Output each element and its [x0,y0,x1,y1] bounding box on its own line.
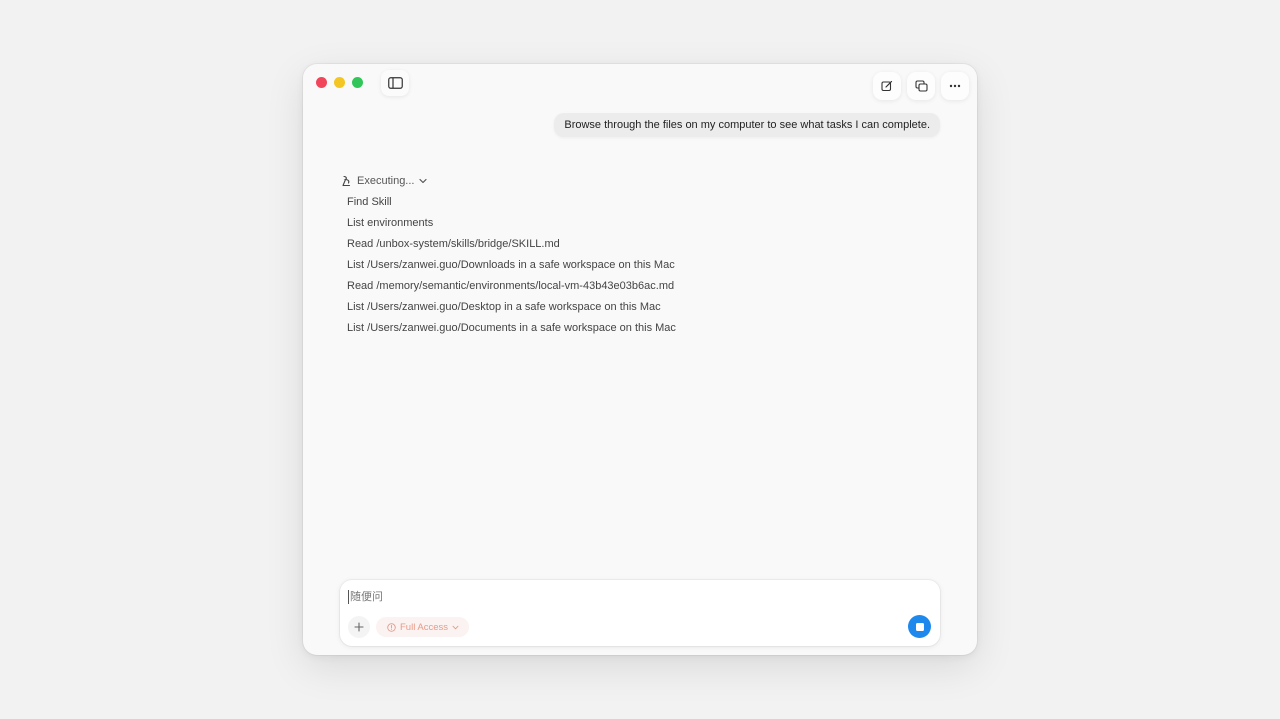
close-window-button[interactable] [316,77,327,88]
execution-steps: Find Skill List environments Read /unbox… [347,195,676,342]
more-button[interactable] [941,72,969,100]
windows-button[interactable] [907,72,935,100]
access-mode-selector[interactable]: Full Access [376,617,470,637]
skill-icon [342,175,351,187]
more-icon [949,84,961,88]
step-item: List /Users/zanwei.guo/Documents in a sa… [347,322,676,334]
traffic-lights [316,77,363,88]
step-item: Find Skill [347,196,392,208]
execution-status[interactable]: Executing... [341,175,428,187]
plus-icon [354,622,364,632]
step-item: Read /unbox-system/skills/bridge/SKILL.m… [347,238,560,250]
minimize-window-button[interactable] [334,77,345,88]
add-attachment-button[interactable] [348,616,370,638]
stop-icon [915,622,924,631]
new-chat-button[interactable] [873,72,901,100]
step-item: Read /memory/semantic/environments/local… [347,280,675,292]
user-message-bubble: Browse through the files on my computer … [554,113,940,137]
chevron-down-icon [452,625,459,629]
step-item: List environments [347,217,434,229]
app-window: Browse through the files on my computer … [303,64,977,655]
windows-icon [914,80,928,92]
sidebar-toggle-button[interactable] [381,70,409,96]
chevron-down-icon [419,178,428,184]
warning-icon [387,622,396,632]
zoom-window-button[interactable] [352,77,363,88]
stop-button[interactable] [908,615,931,638]
new-chat-icon [881,80,893,92]
composer: 随便问 Full Access [340,580,940,646]
message-input[interactable]: 随便问 [348,590,383,604]
step-item: List /Users/zanwei.guo/Desktop in a safe… [347,301,661,313]
step-item: List /Users/zanwei.guo/Downloads in a sa… [347,259,675,271]
top-actions [873,72,969,100]
access-mode-label: Full Access [400,621,449,633]
sidebar-icon [387,77,403,89]
execution-status-label: Executing... [357,175,415,187]
